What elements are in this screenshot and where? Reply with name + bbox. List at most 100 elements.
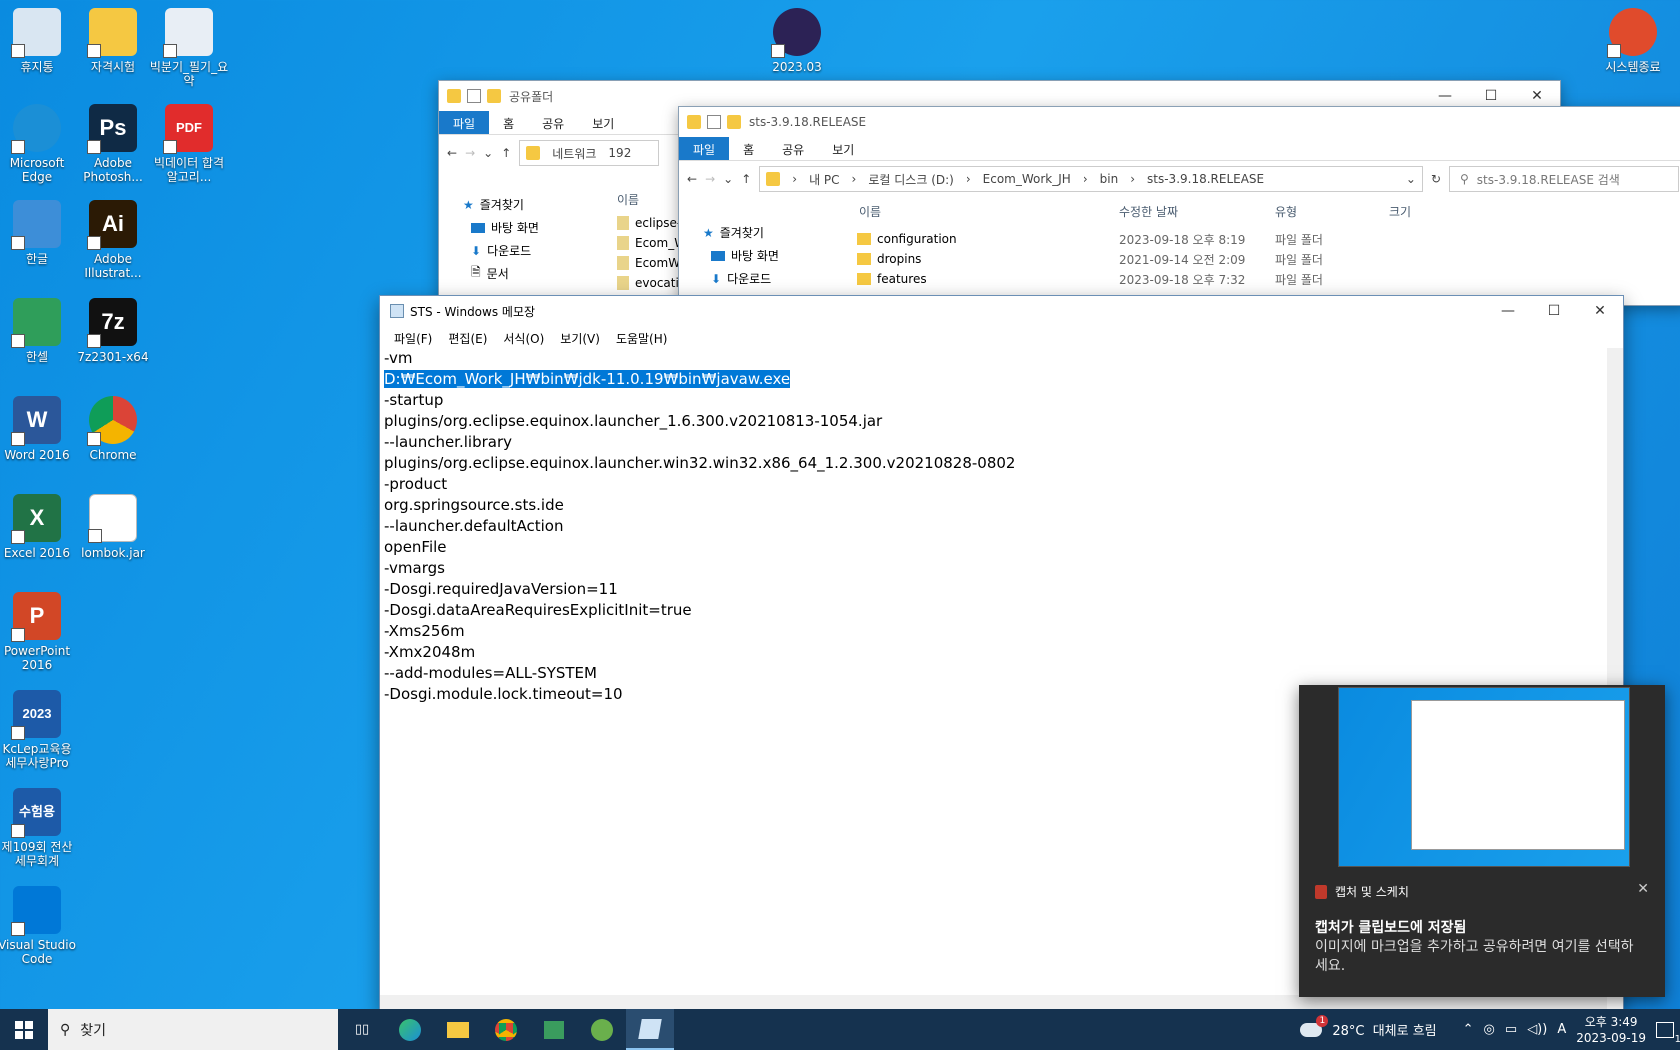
media-icon[interactable] (530, 1009, 578, 1050)
menu-format[interactable]: 서식(O) (495, 326, 552, 348)
network-icon[interactable]: ▭ (1505, 1022, 1517, 1037)
desktop-icon-17[interactable]: Visual Studio Code (0, 886, 78, 966)
breadcrumb-this-pc[interactable]: 내 PC (809, 171, 839, 188)
title-bar[interactable]: sts-3.9.18.RELEASE (679, 107, 1680, 137)
sts-icon[interactable] (578, 1009, 626, 1050)
new-folder-icon[interactable] (727, 115, 741, 129)
forward-icon[interactable]: → (705, 172, 715, 186)
desktop-icon-4[interactable]: Ps Adobe Photosh... (72, 104, 154, 184)
column-header-date[interactable]: 수정한 날짜 (1119, 203, 1275, 225)
quick-access-folder-icon[interactable] (447, 89, 461, 103)
close-button[interactable]: ✕ (1577, 296, 1623, 326)
desktop-icon-5[interactable]: PDF 빅데이터 합격 알고리... (148, 104, 230, 184)
minimize-button[interactable]: — (1485, 296, 1531, 326)
desktop-icon-8[interactable]: 한셀 (0, 298, 78, 364)
weather-text[interactable]: 28°C 대체로 흐림 (1332, 1020, 1436, 1039)
maximize-button[interactable]: ☐ (1531, 296, 1577, 326)
desktop-icon-12[interactable]: X Excel 2016 (0, 494, 78, 560)
menu-edit[interactable]: 편집(E) (440, 326, 495, 348)
breadcrumb-ip[interactable]: 192 (608, 146, 631, 160)
tab-view[interactable]: 보기 (818, 137, 868, 160)
new-folder-icon[interactable] (487, 89, 501, 103)
nav-desktop[interactable]: 바탕 화면 (703, 244, 853, 267)
nav-quick-access[interactable]: ★ 즐겨찾기 (703, 221, 853, 244)
weather-icon[interactable]: 1 (1300, 1014, 1329, 1037)
nav-desktop[interactable]: 바탕 화면 (463, 216, 613, 239)
forward-icon[interactable]: → (465, 146, 475, 160)
column-header-type[interactable]: 유형 (1275, 203, 1389, 225)
desktop-icon-19[interactable]: 시스템종료 (1592, 8, 1674, 74)
notification-center-icon[interactable]: 1 (1656, 1021, 1680, 1045)
table-row[interactable]: dropins 2021-09-14 오전 2:09 파일 폴더 (857, 249, 1477, 269)
desktop-icon-0[interactable]: 휴지통 (0, 8, 78, 74)
desktop-icon-16[interactable]: 수험용 제109회 전산 세무회계 (0, 788, 78, 868)
back-icon[interactable]: ← (687, 172, 697, 186)
properties-icon[interactable] (707, 115, 721, 129)
recent-chevron-icon[interactable]: ⌄ (723, 172, 733, 186)
tab-home[interactable]: 홈 (729, 137, 768, 160)
table-row[interactable]: features 2023-09-18 오후 7:32 파일 폴더 (857, 269, 1477, 289)
camera-icon[interactable]: ◎ (1484, 1022, 1495, 1037)
breadcrumb-network[interactable]: 네트워크 (552, 145, 596, 162)
screenshot-thumbnail[interactable] (1338, 687, 1630, 867)
notepad-icon[interactable] (626, 1009, 674, 1050)
recent-chevron-icon[interactable]: ⌄ (483, 146, 493, 160)
quick-access-folder-icon[interactable] (687, 115, 701, 129)
nav-downloads[interactable]: ⬇ 다운로드 (703, 267, 853, 290)
desktop-icon-14[interactable]: P PowerPoint 2016 (0, 592, 78, 672)
nav-documents[interactable]: 🗎 문서 (463, 262, 613, 285)
back-icon[interactable]: ← (447, 146, 457, 160)
desktop-icon-6[interactable]: 한글 (0, 200, 78, 266)
breadcrumb-ecom[interactable]: Ecom_Work_JH (983, 172, 1071, 186)
desktop-icon-2[interactable]: 빅분기_필기_요약 (148, 8, 230, 88)
snip-sketch-notification[interactable]: 캡처 및 스케치 ✕ 캡처가 클립보드에 저장됨 이미지에 마크업을 추가하고 … (1299, 685, 1665, 997)
menu-file[interactable]: 파일(F) (386, 326, 440, 348)
properties-icon[interactable] (467, 89, 481, 103)
tab-share[interactable]: 공유 (768, 137, 818, 160)
task-view-icon[interactable]: ▯▯ (338, 1009, 386, 1050)
tab-file[interactable]: 파일 (679, 137, 730, 160)
desktop-icon-18[interactable]: 2023.03 (756, 8, 838, 74)
taskbar-search-input[interactable]: ⚲ 찾기 (48, 1009, 338, 1050)
edge-icon[interactable] (386, 1009, 434, 1050)
notification-close-button[interactable]: ✕ (1637, 881, 1649, 897)
nav-quick-access[interactable]: ★ 즐겨찾기 (463, 193, 613, 216)
desktop-icon-3[interactable]: Microsoft Edge (0, 104, 78, 184)
breadcrumb-drive[interactable]: 로컬 디스크 (D:) (868, 171, 953, 188)
file-explorer-icon[interactable] (434, 1009, 482, 1050)
tab-home[interactable]: 홈 (489, 111, 528, 134)
desktop-icon-13[interactable]: lombok.jar (72, 494, 154, 560)
address-bar[interactable]: › 내 PC › 로컬 디스크 (D:) › Ecom_Work_JH › bi… (759, 166, 1423, 192)
tab-file[interactable]: 파일 (439, 111, 490, 134)
up-icon[interactable]: ↑ (741, 172, 751, 186)
nav-downloads[interactable]: ⬇ 다운로드 (463, 239, 613, 262)
explorer-window-sts[interactable]: sts-3.9.18.RELEASE 파일 홈 공유 보기 ← → ⌄ ↑ › … (678, 106, 1680, 306)
title-bar[interactable]: STS - Windows 메모장 — ☐ ✕ (380, 296, 1623, 326)
menu-help[interactable]: 도움말(H) (608, 326, 676, 348)
refresh-icon[interactable]: ↻ (1431, 172, 1441, 186)
volume-icon[interactable]: ◁)) (1527, 1022, 1547, 1037)
tab-share[interactable]: 공유 (528, 111, 578, 134)
desktop-icon-9[interactable]: 7z 7z2301-x64 (72, 298, 154, 364)
column-header-name[interactable]: 이름 (857, 203, 1119, 225)
clock[interactable]: 오후 3:49 2023-09-19 (1576, 1014, 1646, 1046)
column-header-size[interactable]: 크기 (1389, 203, 1469, 225)
breadcrumb-sts[interactable]: sts-3.9.18.RELEASE (1147, 172, 1264, 186)
desktop-icon-15[interactable]: 2023 KcLep교육용 세무사랑Pro (0, 690, 78, 770)
breadcrumb-bin[interactable]: bin (1100, 172, 1119, 186)
chrome-icon[interactable] (482, 1009, 530, 1050)
start-button[interactable] (0, 1009, 48, 1050)
desktop-icon-10[interactable]: W Word 2016 (0, 396, 78, 462)
show-hidden-icons-icon[interactable]: ⌃ (1463, 1022, 1474, 1037)
address-bar[interactable]: 네트워크 192 (519, 140, 660, 166)
desktop-icon-7[interactable]: Ai Adobe Illustrat... (72, 200, 154, 280)
search-input[interactable]: ⚲ sts-3.9.18.RELEASE 검색 (1449, 166, 1679, 192)
table-row[interactable]: configuration 2023-09-18 오후 8:19 파일 폴더 (857, 229, 1477, 249)
ime-indicator[interactable]: A (1557, 1022, 1566, 1037)
menu-view[interactable]: 보기(V) (552, 326, 608, 348)
address-dropdown-icon[interactable]: ⌄ (1406, 172, 1416, 186)
tab-view[interactable]: 보기 (578, 111, 628, 134)
up-icon[interactable]: ↑ (501, 146, 511, 160)
desktop-icon-11[interactable]: Chrome (72, 396, 154, 462)
desktop-icon-1[interactable]: 자격시험 (72, 8, 154, 74)
